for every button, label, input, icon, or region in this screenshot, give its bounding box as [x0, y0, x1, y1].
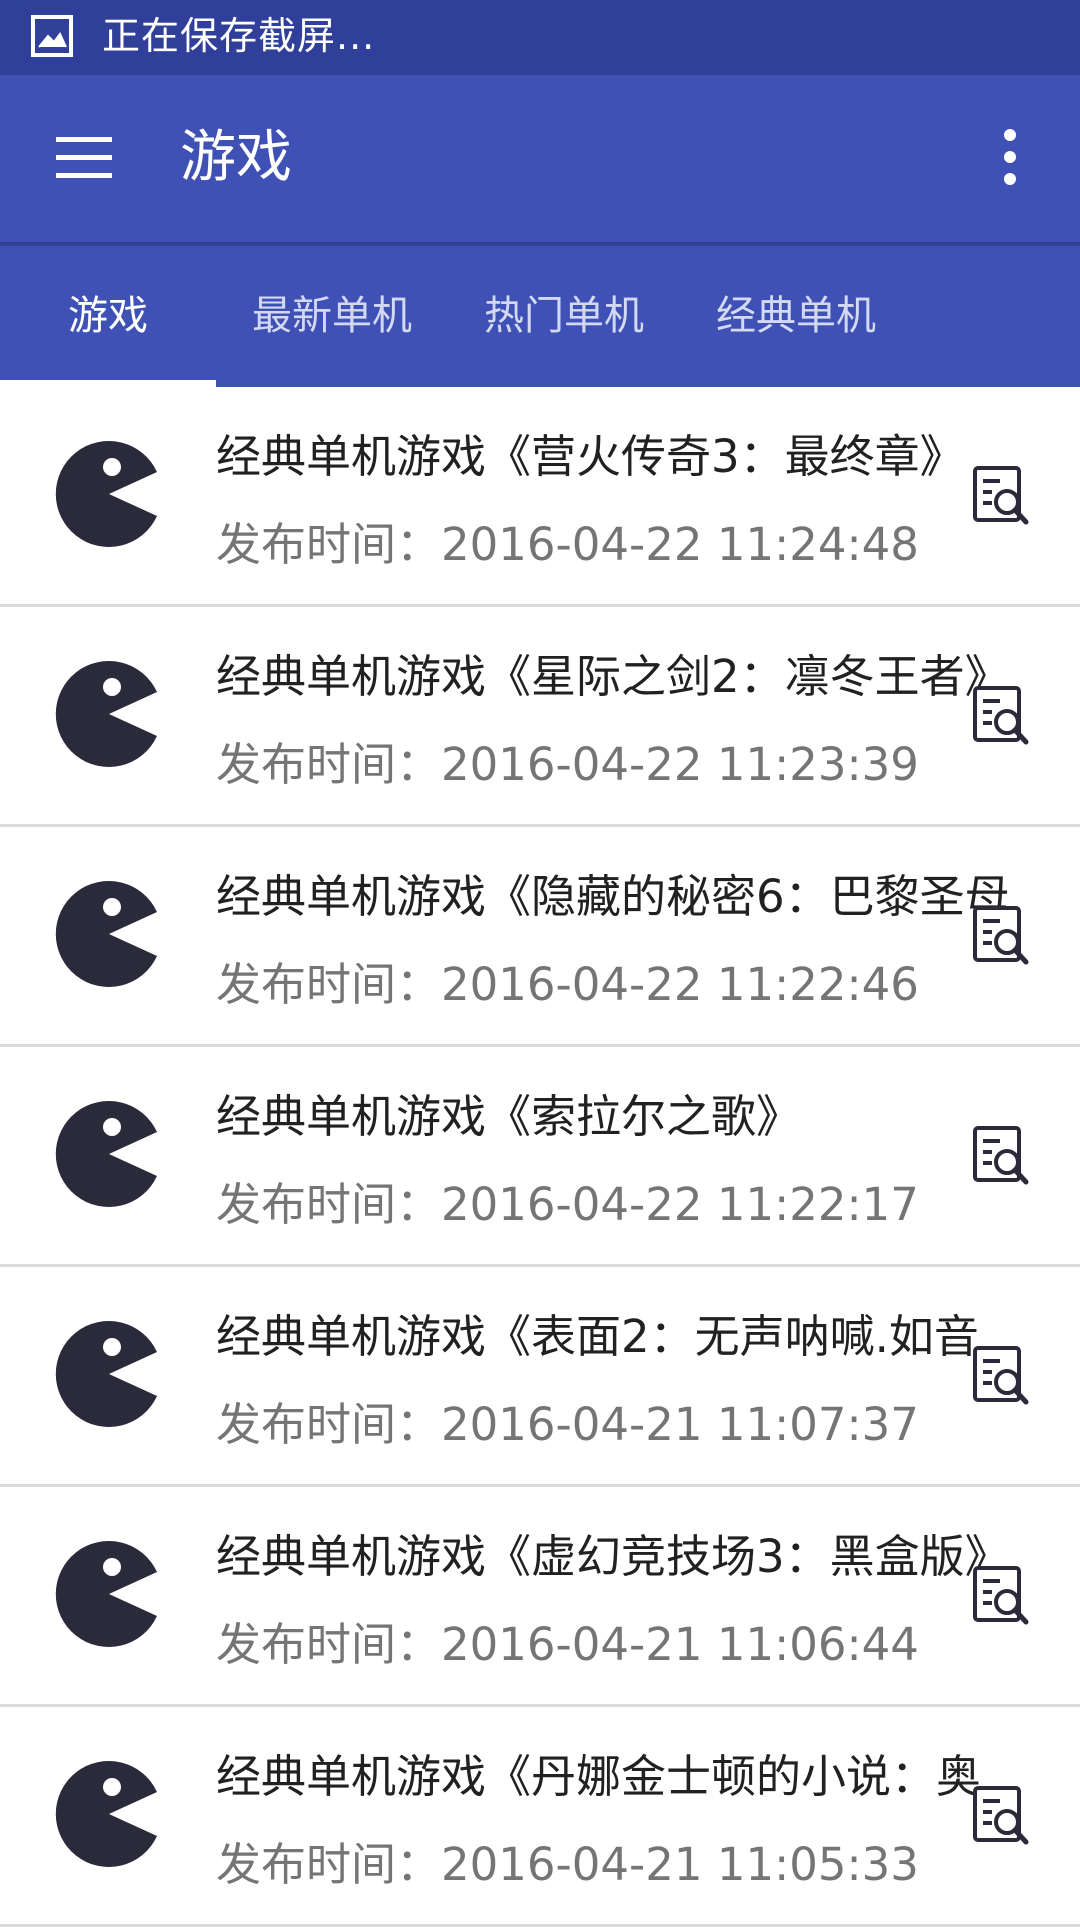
tab-newest-single[interactable]: 最新单机 [252, 246, 412, 387]
tab-hot-single[interactable]: 热门单机 [484, 246, 644, 387]
pacman-icon [55, 1541, 157, 1647]
tab-bar: 游戏 最新单机 热门单机 经典单机 [0, 246, 1080, 387]
pacman-icon [55, 1321, 157, 1427]
item-title: 经典单机游戏《丹娜金士顿的小说：奥 [216, 1750, 982, 1803]
pacman-icon [55, 881, 157, 987]
image-icon [31, 15, 73, 57]
page-title: 游戏 [180, 125, 292, 190]
search-document-icon[interactable] [972, 1125, 1030, 1187]
tab-classic-single[interactable]: 经典单机 [716, 246, 876, 387]
search-document-icon[interactable] [972, 685, 1030, 747]
app-bar: 游戏 [0, 75, 1080, 242]
search-document-icon[interactable] [972, 465, 1030, 527]
item-title: 经典单机游戏《表面2：无声呐喊.如音 [216, 1310, 979, 1363]
item-date: 发布时间：2016-04-22 11:22:46 [216, 958, 919, 1011]
hamburger-menu-icon[interactable] [48, 125, 120, 189]
list-item[interactable]: 经典单机游戏《表面2：无声呐喊.如音 发布时间：2016-04-21 11:07… [0, 1267, 1080, 1487]
item-title: 经典单机游戏《虚幻竞技场3：黑盒版》 [216, 1530, 1010, 1583]
pacman-icon [55, 1101, 157, 1207]
item-title: 经典单机游戏《营火传奇3：最终章》 [216, 430, 965, 483]
item-title: 经典单机游戏《索拉尔之歌》 [216, 1090, 802, 1143]
status-text: 正在保存截屏... [102, 14, 376, 58]
pacman-icon [55, 661, 157, 767]
search-document-icon[interactable] [972, 905, 1030, 967]
list-item[interactable]: 经典单机游戏《隐藏的秘密6：巴黎圣母 发布时间：2016-04-22 11:22… [0, 827, 1080, 1047]
item-date: 发布时间：2016-04-22 11:22:17 [216, 1178, 919, 1231]
more-vert-icon[interactable] [984, 125, 1036, 189]
list-item[interactable]: 经典单机游戏《营火传奇3：最终章》 发布时间：2016-04-22 11:24:… [0, 387, 1080, 607]
pacman-icon [55, 441, 157, 547]
item-date: 发布时间：2016-04-22 11:24:48 [216, 518, 919, 571]
list-item[interactable]: 经典单机游戏《丹娜金士顿的小说：奥 发布时间：2016-04-21 11:05:… [0, 1707, 1080, 1927]
tab-games[interactable]: 游戏 [68, 246, 148, 387]
search-document-icon[interactable] [972, 1565, 1030, 1627]
game-list: 经典单机游戏《营火传奇3：最终章》 发布时间：2016-04-22 11:24:… [0, 387, 1080, 1927]
item-date: 发布时间：2016-04-21 11:05:33 [216, 1838, 919, 1891]
search-document-icon[interactable] [972, 1345, 1030, 1407]
list-item[interactable]: 经典单机游戏《虚幻竞技场3：黑盒版》 发布时间：2016-04-21 11:06… [0, 1487, 1080, 1707]
pacman-icon [55, 1761, 157, 1867]
item-title: 经典单机游戏《隐藏的秘密6：巴黎圣母 [216, 870, 1010, 923]
list-item[interactable]: 经典单机游戏《星际之剑2：凛冬王者》 发布时间：2016-04-22 11:23… [0, 607, 1080, 827]
item-date: 发布时间：2016-04-21 11:07:37 [216, 1398, 919, 1451]
item-title: 经典单机游戏《星际之剑2：凛冬王者》 [216, 650, 1010, 703]
tab-indicator [0, 380, 216, 387]
item-date: 发布时间：2016-04-22 11:23:39 [216, 738, 919, 791]
status-bar: 正在保存截屏... [0, 0, 1080, 75]
search-document-icon[interactable] [972, 1785, 1030, 1847]
item-date: 发布时间：2016-04-21 11:06:44 [216, 1618, 919, 1671]
list-item[interactable]: 经典单机游戏《索拉尔之歌》 发布时间：2016-04-22 11:22:17 [0, 1047, 1080, 1267]
